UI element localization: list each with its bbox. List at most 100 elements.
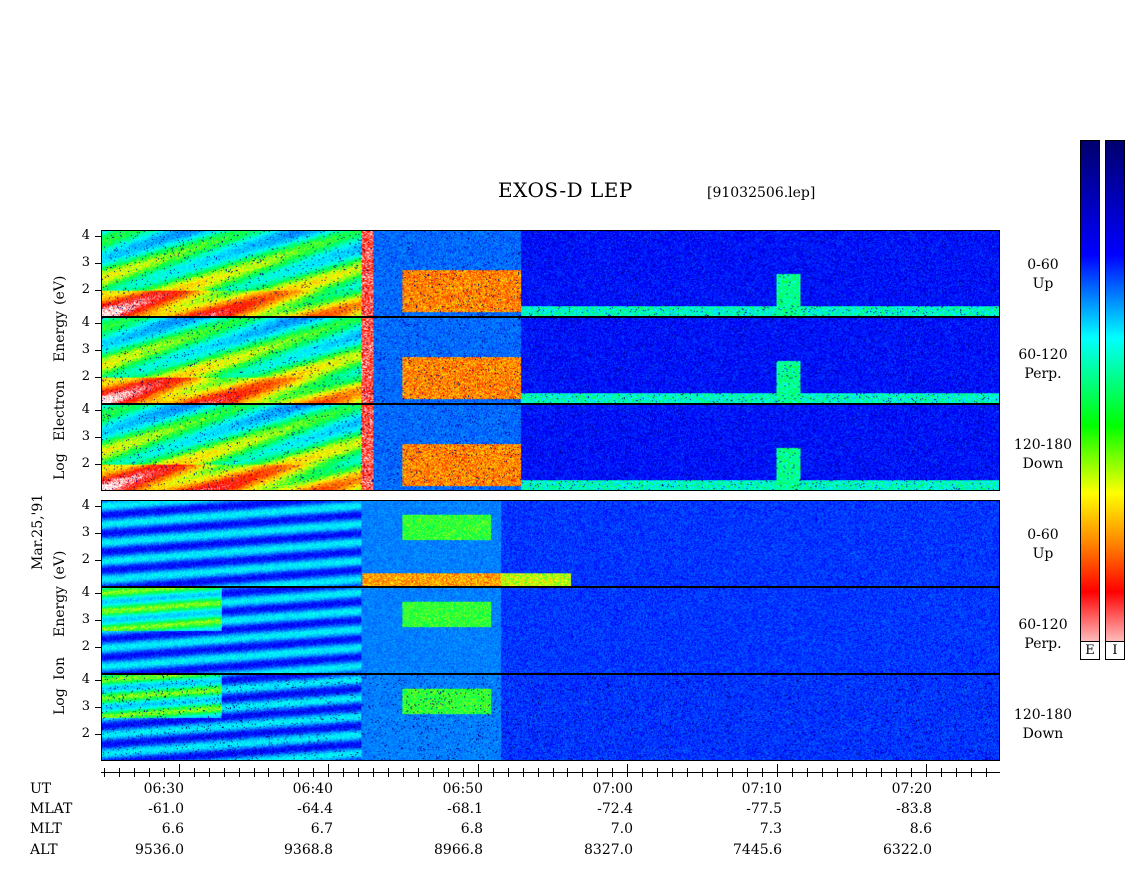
x-tick-mark [702,768,703,772]
x-tick-mark [642,768,643,772]
y-tick-mark [95,680,101,681]
x-minor-tick [866,773,867,777]
panel-label-ion-down: 120-180 Down [1003,706,1083,744]
x-minor-tick [702,773,703,777]
x-minor-tick [373,773,374,777]
x-tick-mark [941,768,942,772]
y-tick-mark [95,323,101,324]
date-label: Mar.25,'91 [30,493,46,570]
x-tick-mark [866,768,867,772]
electron-axis-label-log: Log [52,453,68,480]
x-minor-tick [553,773,554,777]
x-minor-tick [567,773,568,777]
panel-label-electron-down: 120-180 Down [1003,436,1083,474]
y-tick-mark [95,464,101,465]
x-minor-tick [657,773,658,777]
y-tick-label: 4 [81,672,90,687]
electron-axis-label-unit: (eV) [52,275,68,305]
x-minor-tick [313,773,314,777]
y-tick-label: 4 [81,228,90,243]
x-minor-tick [597,773,598,777]
x-minor-tick [268,773,269,777]
x-minor-tick [971,773,972,777]
pitch-range: 120-180 [1013,437,1073,453]
x-tick-mark [493,768,494,772]
spectrogram-panel-electron-down [101,404,1000,491]
orbit-value: 06:30 [143,781,184,797]
y-tick-mark [95,290,101,291]
x-minor-tick [418,773,419,777]
x-minor-tick [792,773,793,777]
x-tick-mark [538,768,539,772]
y-tick-label: 4 [81,585,90,600]
direction: Perp. [1024,636,1062,652]
x-minor-tick [209,773,210,777]
y-tick-label: 2 [81,369,90,384]
x-minor-tick [582,773,583,777]
electron-axis-label-energy: Energy [52,310,68,362]
direction: Up [1032,276,1054,292]
orbit-value: 9536.0 [135,842,184,858]
y-tick-mark [95,620,101,621]
x-tick-mark [717,768,718,772]
orbit-value: 7.3 [759,821,782,837]
x-tick-mark [328,764,329,772]
x-tick-mark [164,768,165,772]
x-tick-mark [418,768,419,772]
x-minor-tick [463,773,464,777]
x-tick-mark [104,768,105,772]
x-tick-mark [224,768,225,772]
x-minor-tick [343,773,344,777]
x-tick-mark [268,768,269,772]
x-minor-tick [687,773,688,777]
x-tick-mark [582,768,583,772]
x-minor-tick [523,773,524,777]
x-minor-tick [672,773,673,777]
direction: Up [1032,546,1054,562]
x-tick-mark [896,768,897,772]
y-tick-label: 2 [81,726,90,741]
x-tick-mark [358,768,359,772]
chart-title: EXOS-D LEP [498,178,633,202]
y-tick-label: 3 [81,342,90,357]
ion-axis-label-energy: Energy [52,585,68,637]
x-tick-mark [254,768,255,772]
x-tick-mark [343,768,344,772]
y-tick-label: 3 [81,255,90,270]
x-tick-mark [762,768,763,772]
ion-axis-label-log: Log [52,688,68,715]
y-tick-mark [95,263,101,264]
x-minor-tick [403,773,404,777]
x-minor-tick [478,773,479,777]
x-tick-mark [283,768,284,772]
orbit-value: 6.7 [310,821,333,837]
y-tick-mark [95,734,101,735]
spectrogram-panel-ion-down [101,674,1000,761]
x-tick-mark [911,768,912,772]
x-tick-mark [956,768,957,772]
y-tick-mark [95,647,101,648]
electron-colorbar [1080,140,1100,660]
x-tick-mark [523,768,524,772]
x-tick-mark [373,768,374,772]
y-tick-label: 2 [81,456,90,471]
x-minor-tick [911,773,912,777]
colorbar-label-ion: I [1105,641,1125,660]
spectrogram-panel-electron-up [101,230,1000,317]
x-tick-mark [672,768,673,772]
orbit-row-name: ALT [30,842,58,858]
x-minor-tick [956,773,957,777]
orbit-value: 8966.8 [434,842,483,858]
y-tick-mark [95,506,101,507]
x-minor-tick [448,773,449,777]
orbit-value: -64.4 [297,801,333,817]
y-tick-mark [95,377,101,378]
y-tick-label: 2 [81,639,90,654]
x-tick-mark [792,768,793,772]
orbit-value: -77.5 [746,801,782,817]
ion-axis-label-unit: (eV) [52,550,68,580]
x-tick-mark [209,768,210,772]
x-tick-mark [971,768,972,772]
orbit-value: 6322.0 [883,842,932,858]
x-tick-mark [822,768,823,772]
